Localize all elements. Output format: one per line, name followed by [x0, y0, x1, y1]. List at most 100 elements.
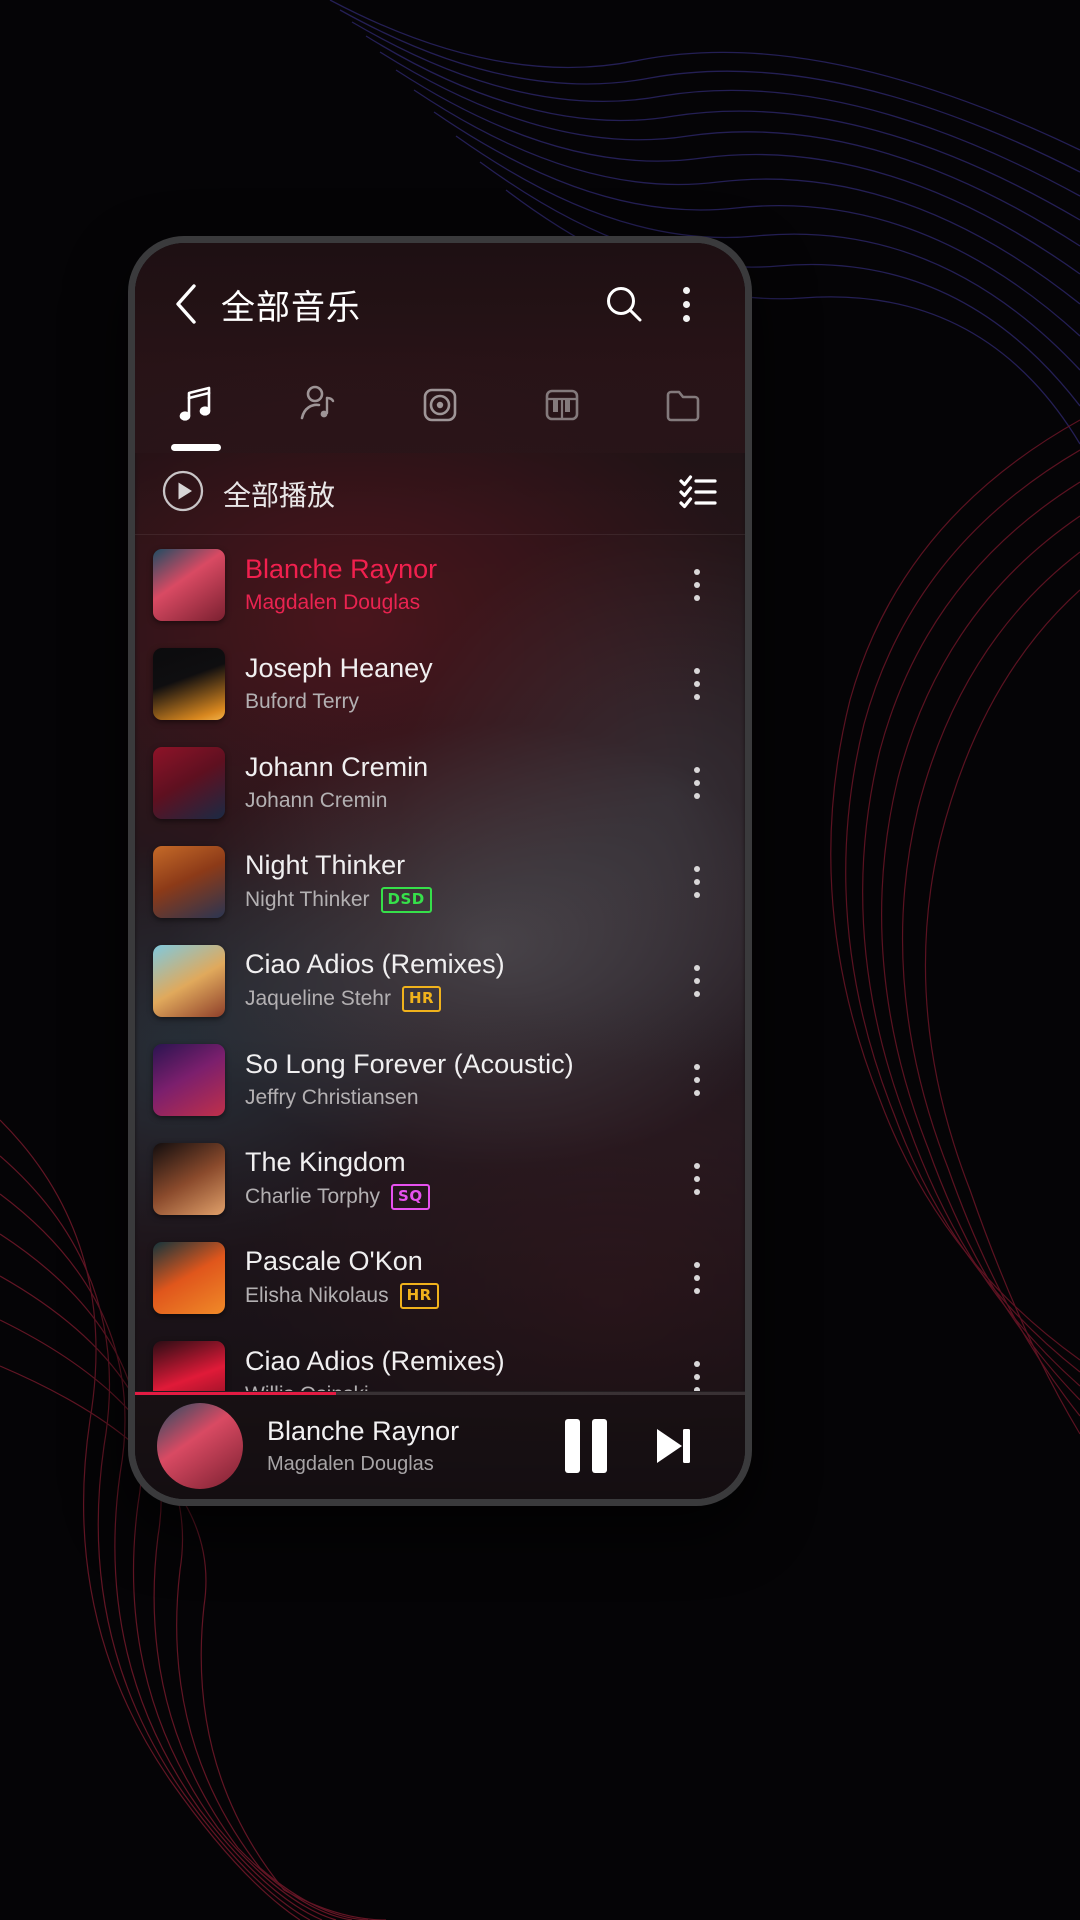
song-overflow-button[interactable]: [671, 1261, 723, 1294]
song-overflow-button[interactable]: [671, 766, 723, 799]
play-circle-icon: [161, 469, 205, 518]
song-row[interactable]: Pascale O'Kon Elisha Nikolaus HR: [135, 1228, 745, 1327]
song-subtitle: Willis Osinski: [245, 1383, 671, 1391]
search-icon: [607, 287, 642, 322]
tab-albums[interactable]: [379, 365, 501, 453]
tab-genres[interactable]: [501, 365, 623, 453]
song-overflow-button[interactable]: [671, 1162, 723, 1195]
song-row[interactable]: Joseph Heaney Buford Terry: [135, 634, 745, 733]
tab-active-indicator: [171, 444, 221, 451]
song-overflow-button[interactable]: [671, 1360, 723, 1391]
song-artist: Jeffry Christiansen: [245, 1085, 419, 1109]
song-subtitle: Buford Terry: [245, 690, 671, 714]
song-overflow-button[interactable]: [671, 865, 723, 898]
song-meta: Blanche Raynor Magdalen Douglas: [245, 554, 671, 615]
more-vertical-icon: [694, 1360, 700, 1391]
next-track-button[interactable]: [629, 1403, 715, 1489]
quality-badge: HR: [399, 1282, 439, 1309]
song-title: Ciao Adios (Remixes): [245, 1346, 505, 1377]
album-artwork: [153, 944, 225, 1017]
pause-button[interactable]: [543, 1403, 629, 1489]
song-artist: Night Thinker: [245, 887, 370, 911]
more-vertical-icon: [694, 865, 700, 898]
now-playing-artist: Magdalen Douglas: [267, 1452, 434, 1475]
song-artist: Buford Terry: [245, 689, 359, 713]
song-title: Ciao Adios (Remixes): [245, 949, 505, 980]
search-button[interactable]: [593, 273, 655, 335]
song-overflow-button[interactable]: [671, 667, 723, 700]
multiselect-button[interactable]: [677, 470, 719, 517]
more-vertical-icon: [694, 667, 700, 700]
more-vertical-icon: [694, 766, 700, 799]
song-artist: Johann Cremin: [245, 788, 388, 812]
folder-icon: [660, 381, 708, 434]
album-artwork: [153, 1241, 225, 1314]
tab-artists[interactable]: [257, 365, 379, 453]
album-artwork: [153, 746, 225, 819]
song-subtitle: Night Thinker DSD: [245, 886, 671, 913]
pause-icon: [565, 1418, 607, 1473]
song-row[interactable]: Ciao Adios (Remixes) Jaqueline Stehr HR: [135, 931, 745, 1030]
quality-badge: SQ: [391, 1183, 430, 1210]
album-artwork: [153, 1043, 225, 1116]
quality-badge: DSD: [380, 886, 432, 913]
tab-songs[interactable]: [135, 365, 257, 453]
piano-keys-icon: [538, 381, 586, 434]
song-meta: Pascale O'Kon Elisha Nikolaus HR: [245, 1246, 671, 1309]
song-artist: Magdalen Douglas: [245, 590, 421, 614]
tab-folders[interactable]: [623, 365, 745, 453]
song-row[interactable]: So Long Forever (Acoustic) Jeffry Christi…: [135, 1030, 745, 1129]
song-subtitle: Johann Cremin: [245, 789, 671, 813]
song-subtitle: Jeffry Christiansen: [245, 1086, 671, 1110]
play-all-row[interactable]: 全部播放: [135, 453, 745, 535]
library-tab-bar: [135, 365, 745, 453]
phone-device-frame: 全部音乐 全部播放 Blanche Raynor Magdalen Dougla…: [128, 236, 752, 1506]
album-artwork: [153, 1142, 225, 1215]
album-artwork: [153, 647, 225, 720]
song-row[interactable]: The Kingdom Charlie Torphy SQ: [135, 1129, 745, 1228]
phone-screen: 全部音乐 全部播放 Blanche Raynor Magdalen Dougla…: [135, 243, 745, 1499]
song-subtitle: Elisha Nikolaus HR: [245, 1282, 671, 1309]
song-title: Pascale O'Kon: [245, 1246, 423, 1277]
playback-progress-bar[interactable]: [135, 1392, 745, 1395]
song-overflow-button[interactable]: [671, 568, 723, 601]
song-overflow-button[interactable]: [671, 1063, 723, 1096]
more-vertical-icon: [694, 1162, 700, 1195]
song-row[interactable]: Night Thinker Night Thinker DSD: [135, 832, 745, 931]
song-meta: So Long Forever (Acoustic) Jeffry Christi…: [245, 1049, 671, 1110]
song-subtitle: Magdalen Douglas: [245, 591, 671, 615]
song-artist: Jaqueline Stehr: [245, 986, 391, 1010]
song-row[interactable]: Blanche Raynor Magdalen Douglas: [135, 535, 745, 634]
now-playing-meta: Blanche Raynor Magdalen Douglas: [267, 1416, 543, 1476]
quality-badge: HR: [401, 985, 442, 1012]
more-vertical-icon: [694, 964, 700, 997]
song-meta: Joseph Heaney Buford Terry: [245, 653, 671, 714]
chevron-left-icon: [176, 284, 196, 324]
song-meta: Johann Cremin Johann Cremin: [245, 752, 671, 813]
overflow-menu-button[interactable]: [655, 273, 717, 335]
back-button[interactable]: [163, 283, 209, 325]
song-list[interactable]: Blanche Raynor Magdalen Douglas Joseph Hea…: [135, 535, 745, 1391]
album-artwork: [153, 1340, 225, 1391]
now-playing-artwork: [157, 1402, 243, 1489]
album-disc-icon: [416, 381, 464, 434]
now-playing-title: Blanche Raynor: [267, 1415, 460, 1446]
more-vertical-icon: [694, 1063, 700, 1096]
song-overflow-button[interactable]: [671, 964, 723, 997]
song-meta: Ciao Adios (Remixes) Jaqueline Stehr HR: [245, 949, 671, 1012]
album-artwork: [153, 548, 225, 621]
song-meta: The Kingdom Charlie Torphy SQ: [245, 1147, 671, 1210]
now-playing-bar[interactable]: Blanche Raynor Magdalen Douglas: [135, 1391, 745, 1499]
song-title: Blanche Raynor: [245, 554, 438, 585]
song-row[interactable]: Ciao Adios (Remixes) Willis Osinski: [135, 1327, 745, 1391]
artist-icon: [294, 381, 342, 434]
song-subtitle: Charlie Torphy SQ: [245, 1183, 671, 1210]
skip-next-icon: [657, 1428, 690, 1463]
play-all-label: 全部播放: [223, 478, 336, 512]
more-vertical-icon: [694, 1261, 700, 1294]
song-meta: Night Thinker Night Thinker DSD: [245, 850, 671, 913]
song-row[interactable]: Johann Cremin Johann Cremin: [135, 733, 745, 832]
app-bar: 全部音乐: [135, 243, 745, 365]
song-title: Johann Cremin: [245, 752, 429, 783]
more-vertical-icon: [682, 286, 690, 322]
